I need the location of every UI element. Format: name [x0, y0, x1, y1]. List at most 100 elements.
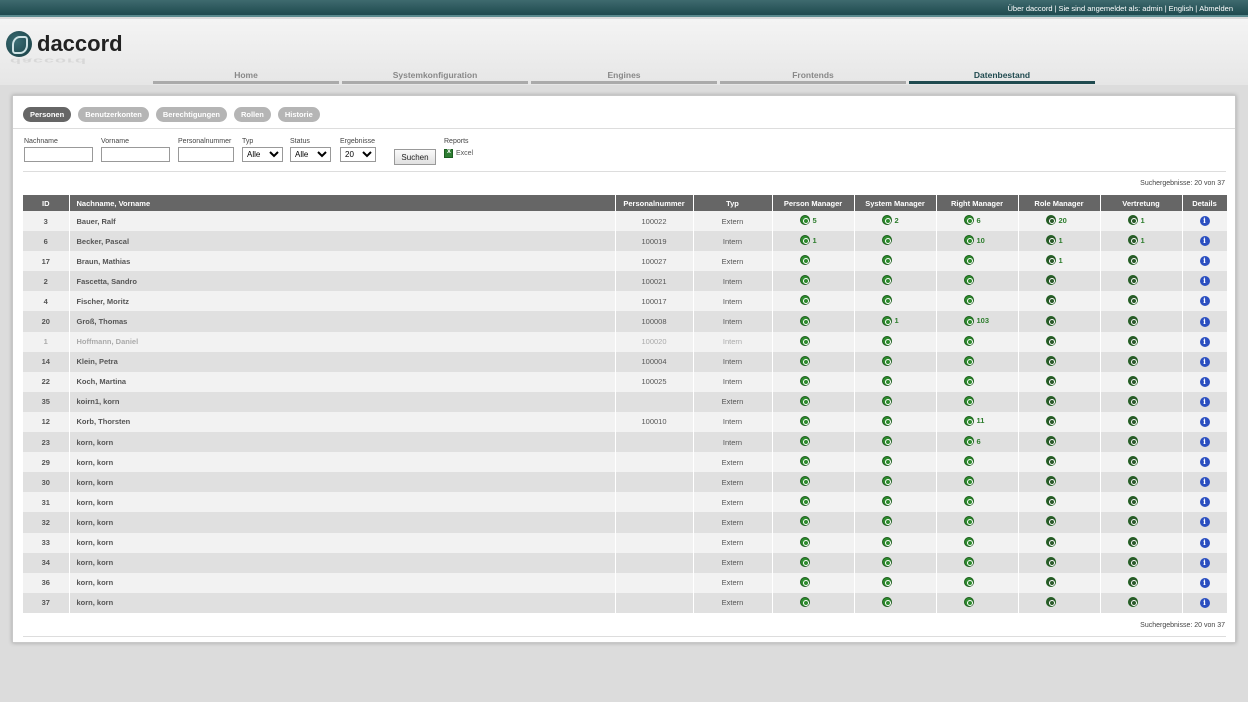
typ-select[interactable]: Alle: [242, 147, 283, 162]
personalnummer-input[interactable]: [178, 147, 234, 162]
role-manager-link[interactable]: [1045, 476, 1073, 487]
table-row[interactable]: 17 Braun, Mathias 100027 Extern 1 i: [23, 251, 1228, 272]
person-manager-link[interactable]: [799, 415, 827, 426]
vertretung-link[interactable]: [1127, 355, 1155, 366]
nav-item-systemkonfiguration[interactable]: Systemkonfiguration: [342, 67, 528, 84]
ergebnisse-select[interactable]: 20: [340, 147, 376, 162]
system-manager-link[interactable]: [881, 235, 909, 246]
right-manager-link[interactable]: [963, 536, 991, 547]
info-icon[interactable]: i: [1199, 216, 1210, 227]
info-icon[interactable]: i: [1199, 376, 1210, 387]
role-manager-link[interactable]: [1045, 436, 1073, 447]
info-icon[interactable]: i: [1199, 437, 1210, 448]
system-manager-link[interactable]: [881, 275, 909, 286]
system-manager-link[interactable]: 1: [881, 315, 909, 326]
person-manager-link[interactable]: [799, 536, 827, 547]
vertretung-link[interactable]: 1: [1127, 235, 1155, 246]
vertretung-link[interactable]: [1127, 456, 1155, 467]
person-manager-link[interactable]: [799, 436, 827, 447]
column-header[interactable]: Vertretung: [1100, 195, 1183, 211]
info-icon[interactable]: i: [1199, 236, 1210, 247]
info-icon[interactable]: i: [1199, 577, 1210, 588]
system-manager-link[interactable]: [881, 295, 909, 306]
info-icon[interactable]: i: [1199, 336, 1210, 347]
vertretung-link[interactable]: [1127, 295, 1155, 306]
right-manager-link[interactable]: [963, 516, 991, 527]
vorname-input[interactable]: [101, 147, 170, 162]
info-icon[interactable]: i: [1199, 256, 1210, 267]
logout-link[interactable]: Abmelden: [1199, 4, 1233, 13]
role-manager-link[interactable]: [1045, 596, 1073, 607]
tab-historie[interactable]: Historie: [277, 107, 320, 122]
column-header[interactable]: ID: [23, 195, 70, 211]
person-manager-link[interactable]: [799, 295, 827, 306]
right-manager-link[interactable]: [963, 496, 991, 507]
logo[interactable]: daccord: [6, 31, 123, 57]
role-manager-link[interactable]: [1045, 375, 1073, 386]
info-icon[interactable]: i: [1199, 296, 1210, 307]
vertretung-link[interactable]: [1127, 516, 1155, 527]
tab-benutzerkonten[interactable]: Benutzerkonten: [78, 107, 149, 122]
right-manager-link[interactable]: [963, 395, 991, 406]
role-manager-link[interactable]: [1045, 335, 1073, 346]
table-row[interactable]: 31 korn, korn Extern i: [23, 492, 1228, 513]
table-row[interactable]: 37 korn, korn Extern i: [23, 592, 1228, 613]
person-manager-link[interactable]: [799, 375, 827, 386]
role-manager-link[interactable]: [1045, 355, 1073, 366]
right-manager-link[interactable]: [963, 476, 991, 487]
role-manager-link[interactable]: [1045, 556, 1073, 567]
role-manager-link[interactable]: 20: [1045, 215, 1073, 226]
tab-rollen[interactable]: Rollen: [233, 107, 271, 122]
info-icon[interactable]: i: [1199, 316, 1210, 327]
search-button[interactable]: Suchen: [394, 149, 436, 165]
role-manager-link[interactable]: [1045, 315, 1073, 326]
language-link[interactable]: English: [1169, 4, 1194, 13]
right-manager-link[interactable]: [963, 576, 991, 587]
table-row[interactable]: 12 Korb, Thorsten 100010 Intern 11 i: [23, 411, 1228, 433]
right-manager-link[interactable]: [963, 375, 991, 386]
table-row[interactable]: 29 korn, korn Extern i: [23, 452, 1228, 473]
vertretung-link[interactable]: [1127, 596, 1155, 607]
nav-item-datenbestand[interactable]: Datenbestand: [909, 67, 1095, 84]
person-manager-link[interactable]: [799, 395, 827, 406]
person-manager-link[interactable]: [799, 516, 827, 527]
vertretung-link[interactable]: [1127, 275, 1155, 286]
right-manager-link[interactable]: 10: [963, 235, 991, 246]
system-manager-link[interactable]: [881, 375, 909, 386]
person-manager-link[interactable]: [799, 275, 827, 286]
column-header[interactable]: System Manager: [854, 195, 937, 211]
system-manager-link[interactable]: [881, 456, 909, 467]
table-row[interactable]: 32 korn, korn Extern i: [23, 512, 1228, 533]
role-manager-link[interactable]: [1045, 576, 1073, 587]
role-manager-link[interactable]: [1045, 415, 1073, 426]
role-manager-link[interactable]: 1: [1045, 255, 1073, 266]
table-row[interactable]: 36 korn, korn Extern i: [23, 572, 1228, 593]
column-header[interactable]: Right Manager: [936, 195, 1019, 211]
table-row[interactable]: 34 korn, korn Extern i: [23, 552, 1228, 573]
table-row[interactable]: 35 koirn1, korn Extern i: [23, 391, 1228, 412]
right-manager-link[interactable]: [963, 556, 991, 567]
right-manager-link[interactable]: [963, 355, 991, 366]
tab-personen[interactable]: Personen: [23, 107, 72, 122]
info-icon[interactable]: i: [1199, 396, 1210, 407]
system-manager-link[interactable]: [881, 516, 909, 527]
vertretung-link[interactable]: [1127, 496, 1155, 507]
info-icon[interactable]: i: [1199, 416, 1210, 427]
system-manager-link[interactable]: [881, 255, 909, 266]
system-manager-link[interactable]: 2: [881, 215, 909, 226]
info-icon[interactable]: i: [1199, 517, 1210, 528]
vertretung-link[interactable]: [1127, 576, 1155, 587]
nav-item-home[interactable]: Home: [153, 67, 339, 84]
system-manager-link[interactable]: [881, 536, 909, 547]
system-manager-link[interactable]: [881, 556, 909, 567]
system-manager-link[interactable]: [881, 335, 909, 346]
vertretung-link[interactable]: [1127, 395, 1155, 406]
role-manager-link[interactable]: 1: [1045, 235, 1073, 246]
role-manager-link[interactable]: [1045, 295, 1073, 306]
table-row[interactable]: 33 korn, korn Extern i: [23, 532, 1228, 553]
person-manager-link[interactable]: [799, 596, 827, 607]
right-manager-link[interactable]: [963, 456, 991, 467]
role-manager-link[interactable]: [1045, 516, 1073, 527]
table-row[interactable]: 2 Fascetta, Sandro 100021 Intern i: [23, 271, 1228, 292]
person-manager-link[interactable]: [799, 456, 827, 467]
